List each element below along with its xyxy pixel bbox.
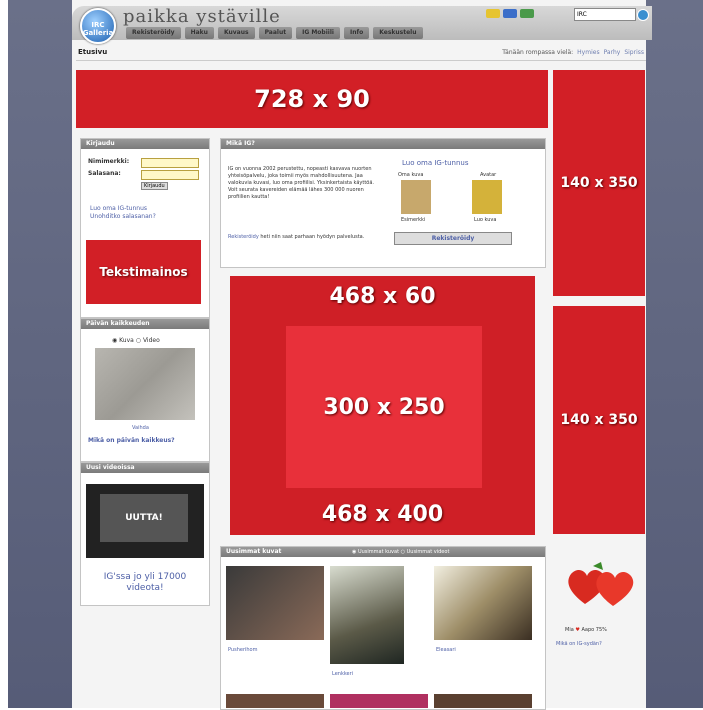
radio-video-icon[interactable]: ○ [136,337,141,344]
own-photo-label: Oma kuva [398,172,424,178]
ad-skyscraper-1[interactable]: 140 x 350 [553,70,645,296]
gallery-user-2[interactable]: Lenkkeri [332,670,353,678]
right-background [640,0,703,708]
ad-leaderboard[interactable]: 728 x 90 [76,70,548,128]
crumb-link-3[interactable]: Sipriss [624,49,644,56]
gallery-photo-4[interactable] [226,694,324,708]
create-account-link[interactable]: Luo oma IG-tunnus [90,205,147,213]
gallery-radio-1-icon[interactable]: ◉ [352,549,356,555]
gallery-photo-1[interactable] [226,566,324,640]
heart-info-link[interactable]: Mikä on IG-sydän? [556,640,602,648]
page-title: Etusivu [78,48,108,56]
video-new-badge: UUTTA! [100,494,188,542]
example-caption-1: Esimerkki [401,217,426,223]
people-icon[interactable] [520,9,534,18]
crumb-right: Tänään rompassa vielä: Hymies Parhy Sipr… [502,49,644,56]
create-id-title: Luo oma IG-tunnus [402,159,469,167]
search-input[interactable]: IRC [574,8,636,21]
gallery-radio-2-icon[interactable]: ○ [401,549,405,555]
gallery-photo-5[interactable] [330,694,428,708]
password-label: Salasana: [88,170,121,177]
nav-tab-4[interactable]: Paalut [258,27,293,39]
crumb-link-1[interactable]: Hymies [577,49,599,56]
intro-register-suffix: heti niin saat parhaan hyödyn palvelusta… [260,234,365,240]
nav-tab-5[interactable]: IG Mobiili [296,27,340,39]
hearts-icon [568,562,634,606]
gallery-option-1: Uusimmat kuvat [357,549,400,555]
left-background [8,0,78,708]
globe-icon[interactable] [503,9,517,18]
heart-match-text: Mia ♥ Aapo 75% [565,626,607,634]
radio-photo-icon[interactable]: ◉ [112,337,117,344]
gallery-options: ◉ Uusimmat kuvat ○ Uusimmat videot [352,548,449,556]
video-title: Uusi videoissa [81,463,209,473]
image-of-day-link[interactable]: Mikä on päivän kaikkeus? [88,437,175,445]
star-icon[interactable] [486,9,500,18]
avatar-label: Avatar [480,172,497,178]
crumb-link-2[interactable]: Parhy [604,49,621,56]
username-label: Nimimerkki: [88,158,130,165]
small-heart-icon: ♥ [575,627,580,633]
image-of-day-caption[interactable]: Vaihda [132,424,149,432]
text-ad[interactable]: Tekstimainos [86,240,201,304]
login-title: Kirjaudu [81,139,209,149]
gallery-option-2: Uusimmat videot [406,549,450,555]
radio-group: ◉ Kuva ○ Video [112,337,160,345]
radio-video-label: Video [142,337,160,344]
example-caption-2: Luo kuva [474,217,497,223]
gallery-photo-6[interactable] [434,694,532,708]
video-count-link[interactable]: IG'ssa jo yli 17000 videota! [86,572,204,594]
login-button[interactable]: Kirjaudu [141,182,168,190]
ad-468x60-label: 468 x 60 [329,283,436,309]
nav-tab-7[interactable]: Keskustelu [373,27,423,39]
nav-tab-3[interactable]: Kuvaus [217,27,255,39]
heart-name-1: Mia [565,627,574,633]
password-field[interactable] [141,170,199,180]
ad-skyscraper-2[interactable]: 140 x 350 [553,306,645,534]
search-button-icon[interactable] [637,9,649,21]
gallery-photo-2[interactable] [330,566,404,664]
intro-text: IG on vuonna 2002 perustettu, nopeasti k… [228,166,375,200]
image-of-day-photo[interactable] [95,348,195,420]
gallery-user-3[interactable]: Eleasari [436,646,456,654]
forgot-password-link[interactable]: Unohditko salasanan? [90,213,156,221]
crumb-right-text: Tänään rompassa vielä: [502,49,574,56]
intro-register-link[interactable]: Rekisteröidy [228,234,259,240]
header-icons [486,9,534,18]
username-field[interactable] [141,158,199,168]
nav-tab-2[interactable]: Haku [184,27,214,39]
gallery-photo-3[interactable] [434,566,532,640]
heart-percent: Aapo 75% [581,627,607,633]
logo-text: IRC Galleria [82,21,114,37]
radio-photo-label: Kuva [119,337,134,344]
nav-tab-6[interactable]: Info [343,27,370,39]
image-of-day-title: Päivän kaikkeuden [81,319,209,329]
own-photo-example[interactable] [401,180,431,214]
ad-300x250[interactable]: 300 x 250 [286,326,482,488]
top-nav: Rekisteröidy Haku Kuvaus Paalut IG Mobii… [126,27,423,39]
gallery-user-1[interactable]: Pusherihom [228,646,258,654]
site-logo[interactable]: IRC Galleria [80,8,116,44]
intro-title: Mikä IG? [221,139,545,149]
avatar-example[interactable] [472,180,502,214]
site-name: paikka ystäville [123,6,281,27]
intro-register-text: Rekisteröidy heti niin saat parhaan hyöd… [228,234,376,241]
register-button[interactable]: Rekisteröidy [394,232,512,245]
nav-tab-1[interactable]: Rekisteröidy [126,27,181,39]
ad-468x400-label: 468 x 400 [321,501,444,527]
breadcrumb-bar: Etusivu Tänään rompassa vielä: Hymies Pa… [76,46,646,61]
